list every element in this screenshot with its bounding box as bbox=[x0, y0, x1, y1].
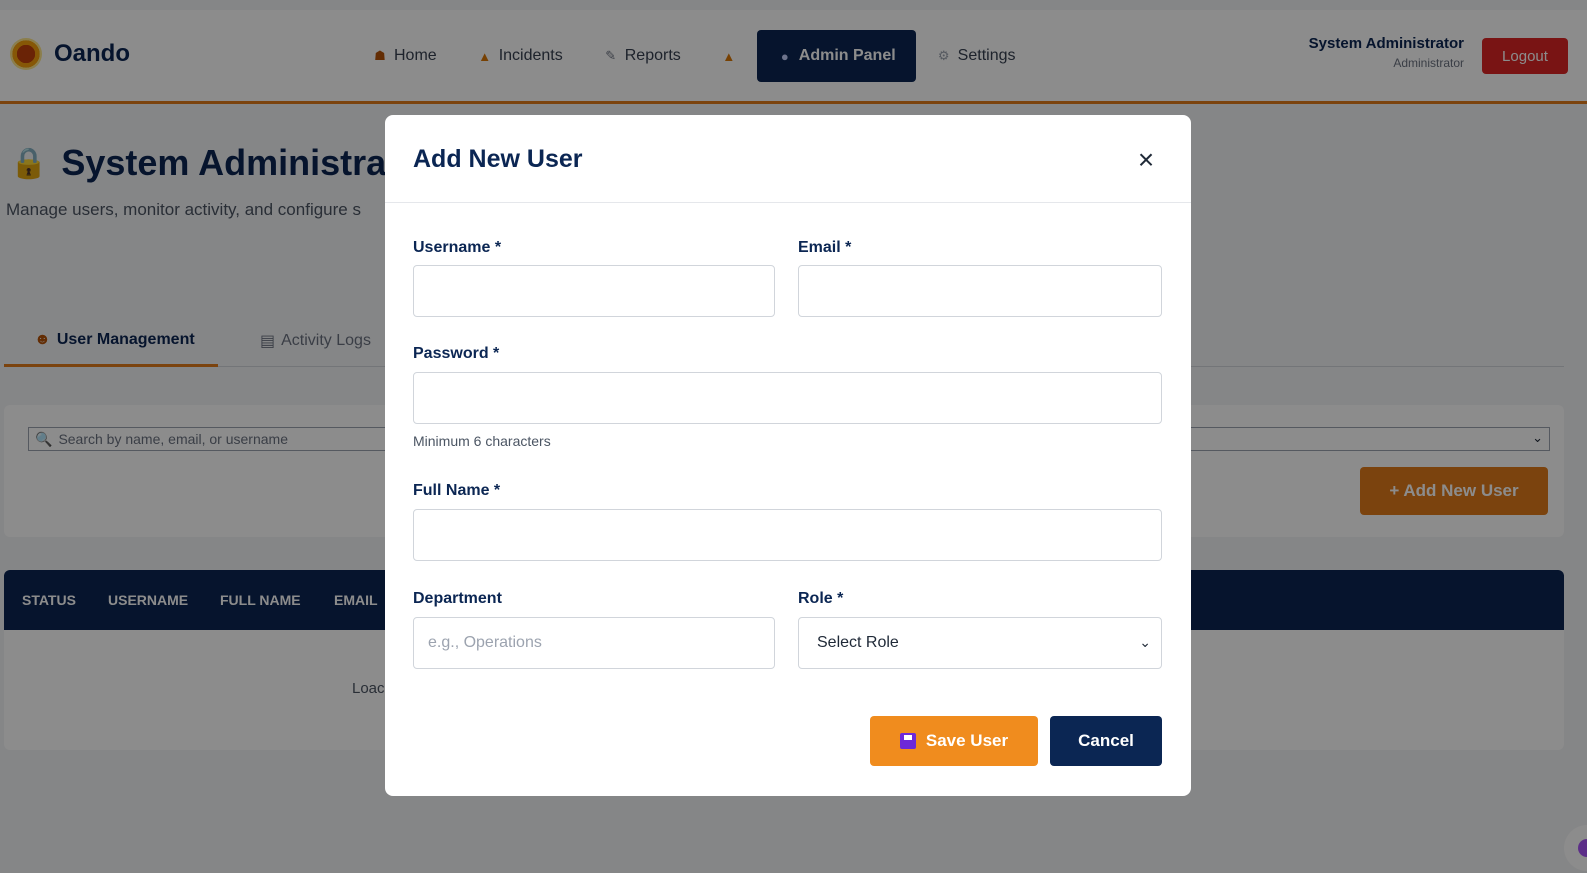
role-select[interactable]: Select Role ⌄ bbox=[798, 617, 1162, 669]
cancel-button[interactable]: Cancel bbox=[1050, 716, 1162, 766]
full-name-input[interactable] bbox=[413, 509, 1162, 561]
save-user-label: Save User bbox=[925, 731, 1009, 750]
username-label: Username * bbox=[413, 239, 502, 256]
role-label: Role * bbox=[798, 590, 844, 607]
save-icon bbox=[899, 733, 916, 749]
full-name-label: Full Name * bbox=[413, 482, 501, 499]
modal-header: Add New User × bbox=[385, 115, 1191, 203]
password-hint: Minimum 6 characters bbox=[413, 433, 551, 449]
chevron-down-icon: ⌄ bbox=[1139, 634, 1151, 650]
add-user-modal: Add New User × Username * Email * Passwo… bbox=[385, 115, 1191, 796]
email-input[interactable] bbox=[798, 265, 1162, 317]
close-icon[interactable]: × bbox=[1131, 145, 1161, 175]
password-label: Password * bbox=[413, 345, 500, 362]
role-selected-value: Select Role bbox=[817, 634, 899, 651]
department-label: Department bbox=[413, 590, 502, 607]
department-input[interactable] bbox=[413, 617, 775, 669]
save-user-button[interactable]: Save User bbox=[870, 716, 1038, 766]
password-input[interactable] bbox=[413, 372, 1162, 424]
email-label: Email * bbox=[798, 239, 852, 256]
modal-title: Add New User bbox=[413, 145, 583, 173]
username-input[interactable] bbox=[413, 265, 775, 317]
